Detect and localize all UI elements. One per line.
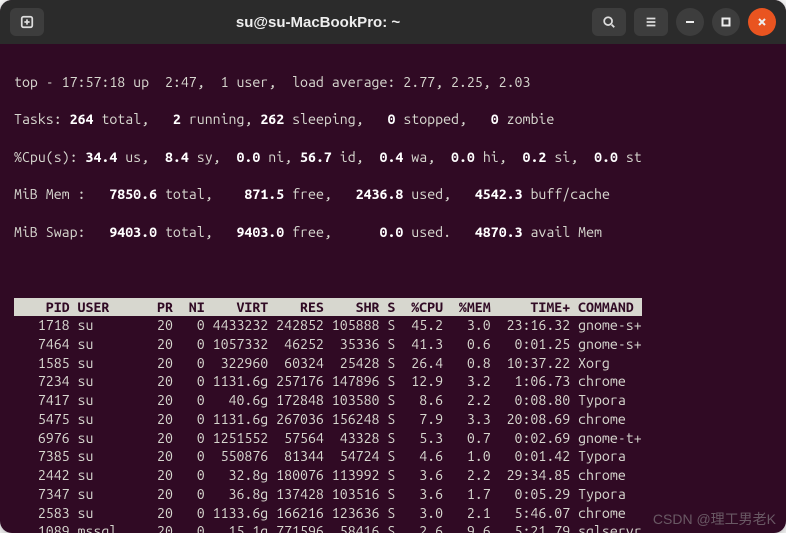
summary-line-tasks: Tasks: 264 total, 2 running, 262 sleepin… xyxy=(14,110,772,129)
menu-button[interactable] xyxy=(634,8,668,36)
process-list: 1718 su 20 0 4433232 242852 105888 S 45.… xyxy=(14,316,772,533)
summary-line-cpu: %Cpu(s): 34.4 us, 8.4 sy, 0.0 ni, 56.7 i… xyxy=(14,148,772,167)
watermark: CSDN @理工男老K xyxy=(653,509,776,529)
process-row: 5475 su 20 0 1131.6g 267036 156248 S 7.9… xyxy=(14,410,772,429)
summary-line-mem: MiB Mem : 7850.6 total, 871.5 free, 2436… xyxy=(14,185,772,204)
search-icon xyxy=(602,15,616,29)
maximize-button[interactable] xyxy=(712,8,740,36)
process-row: 6976 su 20 0 1251552 57564 43328 S 5.3 0… xyxy=(14,429,772,448)
process-row: 7234 su 20 0 1131.6g 257176 147896 S 12.… xyxy=(14,372,772,391)
search-button[interactable] xyxy=(592,8,626,36)
terminal-content[interactable]: top - 17:57:18 up 2:47, 1 user, load ave… xyxy=(0,44,786,533)
terminal-window: su@su-MacBookPro: ~ top - 17:57:18 up 2:… xyxy=(0,0,786,533)
window-title: su@su-MacBookPro: ~ xyxy=(52,14,584,31)
process-row: 7464 su 20 0 1057332 46252 35336 S 41.3 … xyxy=(14,335,772,354)
process-row: 2442 su 20 0 32.8g 180076 113992 S 3.6 2… xyxy=(14,466,772,485)
process-row: 7417 su 20 0 40.6g 172848 103580 S 8.6 2… xyxy=(14,391,772,410)
summary-line-uptime: top - 17:57:18 up 2:47, 1 user, load ave… xyxy=(14,73,772,92)
close-button[interactable] xyxy=(748,8,776,36)
process-row: 7385 su 20 0 550876 81344 54724 S 4.6 1.… xyxy=(14,447,772,466)
process-row: 1718 su 20 0 4433232 242852 105888 S 45.… xyxy=(14,316,772,335)
minimize-icon xyxy=(685,17,695,27)
process-row: 1585 su 20 0 322960 60324 25428 S 26.4 0… xyxy=(14,354,772,373)
maximize-icon xyxy=(721,17,731,27)
summary-line-swap: MiB Swap: 9403.0 total, 9403.0 free, 0.0… xyxy=(14,223,772,242)
new-tab-button[interactable] xyxy=(10,8,44,36)
blank-line xyxy=(14,260,772,279)
process-row: 7347 su 20 0 36.8g 137428 103516 S 3.6 1… xyxy=(14,485,772,504)
hamburger-icon xyxy=(644,15,658,29)
process-header: PID USER PR NI VIRT RES SHR S %CPU %MEM … xyxy=(14,298,642,317)
titlebar: su@su-MacBookPro: ~ xyxy=(0,0,786,44)
minimize-button[interactable] xyxy=(676,8,704,36)
close-icon xyxy=(757,17,767,27)
